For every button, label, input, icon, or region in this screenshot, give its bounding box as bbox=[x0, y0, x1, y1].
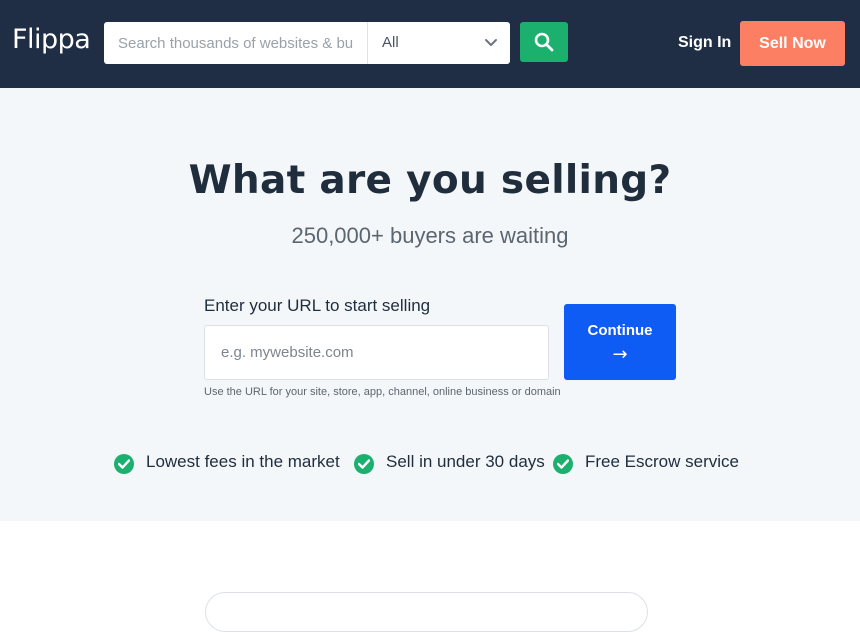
top-navbar: Flippa All Sign In Sell Now bbox=[0, 0, 860, 88]
bottom-pill-control[interactable] bbox=[205, 592, 648, 632]
check-circle-icon bbox=[114, 454, 134, 474]
sign-in-link[interactable]: Sign In bbox=[678, 34, 731, 52]
search-button[interactable] bbox=[520, 22, 568, 62]
page-subtitle: 250,000+ buyers are waiting bbox=[291, 223, 569, 248]
chevron-down-icon bbox=[484, 35, 498, 49]
url-helper-text: Use the URL for your site, store, app, c… bbox=[204, 386, 561, 398]
category-select-value: All bbox=[382, 34, 399, 51]
sell-now-button[interactable]: Sell Now bbox=[740, 21, 845, 66]
url-input[interactable] bbox=[204, 325, 549, 380]
category-select[interactable]: All bbox=[368, 22, 510, 64]
search-input[interactable] bbox=[104, 22, 367, 64]
continue-button[interactable]: Continue → bbox=[564, 304, 676, 380]
search-icon bbox=[534, 32, 554, 52]
flippa-logo[interactable]: Flippa bbox=[12, 24, 91, 55]
sell-hero-section: What are you selling? 250,000+ buyers ar… bbox=[0, 88, 860, 521]
benefit-label: Free Escrow service bbox=[585, 452, 739, 471]
check-circle-icon bbox=[553, 454, 573, 474]
arrow-right-icon: → bbox=[612, 344, 628, 365]
benefit-label: Lowest fees in the market bbox=[146, 452, 340, 471]
page-title: What are you selling? bbox=[188, 158, 672, 203]
search-bar: All bbox=[104, 22, 510, 64]
url-field-label: Enter your URL to start selling bbox=[204, 296, 431, 315]
benefit-label: Sell in under 30 days bbox=[386, 452, 545, 471]
check-circle-icon bbox=[354, 454, 374, 474]
continue-button-label: Continue bbox=[587, 322, 653, 339]
